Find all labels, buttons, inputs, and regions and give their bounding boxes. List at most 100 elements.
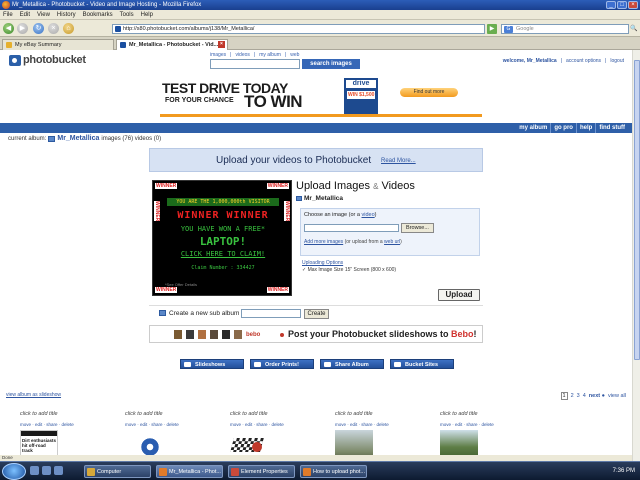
bucket-sites-button[interactable]: Bucket Sites	[390, 359, 454, 369]
menu-view[interactable]: View	[37, 10, 50, 19]
tab-favicon	[6, 42, 12, 48]
slideshow-icon	[184, 362, 191, 367]
thumbnail-item[interactable]: click to add title move · edit · share ·…	[230, 409, 310, 461]
slideshows-button[interactable]: Slideshows	[180, 359, 244, 369]
view-slideshow-link[interactable]: view album as slideshow	[6, 392, 61, 398]
thumbnail-item[interactable]: click to add title move · edit · share ·…	[335, 409, 415, 461]
next-link[interactable]: next ●	[589, 393, 605, 399]
nav-find-stuff[interactable]: find stuff	[595, 123, 628, 133]
search-images-button[interactable]: search images	[302, 59, 360, 69]
menu-history[interactable]: History	[57, 10, 76, 19]
claim-link[interactable]: CLICK HERE TO CLAIM!	[153, 250, 293, 258]
uploading-options-link[interactable]: Uploading Options	[302, 260, 396, 266]
sub-album-name-input[interactable]	[241, 309, 301, 318]
menu-bookmarks[interactable]: Bookmarks	[83, 10, 113, 19]
task-element-properties[interactable]: Element Properties	[228, 465, 295, 478]
scope-my-album[interactable]: my album	[259, 52, 281, 58]
find-out-more-button[interactable]: Find out more	[400, 88, 458, 97]
upload-target-album[interactable]: Mr_Metallica	[296, 195, 343, 202]
task-how-to-upload[interactable]: How to upload phot...	[300, 465, 367, 478]
task-firefox[interactable]: Mr_Metallica - Phot...	[156, 465, 223, 478]
thumb-actions[interactable]: move · edit · share · delete	[20, 422, 74, 427]
menu-tools[interactable]: Tools	[120, 10, 134, 19]
page-3[interactable]: 3	[577, 393, 580, 399]
tab-photobucket[interactable]: Mr_Metallica - Photobucket - Vid... ×	[116, 39, 228, 50]
stop-icon[interactable]: ×	[48, 23, 59, 34]
scope-web[interactable]: web	[290, 52, 299, 58]
add-more-images-link[interactable]: Add more images	[304, 239, 343, 245]
add-title-link[interactable]: click to add title	[20, 411, 58, 417]
nav-my-album[interactable]: my album	[516, 123, 550, 133]
add-title-link[interactable]: click to add title	[230, 411, 268, 417]
menu-edit[interactable]: Edit	[20, 10, 30, 19]
switch-windows-icon[interactable]	[42, 466, 51, 475]
thumb-actions[interactable]: move · edit · share · delete	[230, 422, 284, 427]
nav-go-pro[interactable]: go pro	[550, 123, 576, 133]
search-box[interactable]: G Google	[501, 24, 629, 34]
back-button[interactable]: ◀	[3, 23, 14, 34]
album-name-link[interactable]: Mr_Metallica	[57, 135, 99, 142]
add-title-link[interactable]: click to add title	[335, 411, 373, 417]
go-button[interactable]: ▶	[487, 24, 497, 34]
banner-ad[interactable]: TEST DRIVE TODAY FOR YOUR CHANCE TO WIN …	[160, 77, 482, 117]
view-all-link[interactable]: view all	[608, 393, 626, 399]
read-more-link[interactable]: Read More...	[381, 158, 416, 164]
google-icon[interactable]: G	[504, 26, 513, 33]
bebo-ad[interactable]: bebo Post your Photobucket slideshows to…	[149, 325, 483, 343]
thumb-actions[interactable]: move · edit · share · delete	[335, 422, 389, 427]
nav-help[interactable]: help	[575, 123, 595, 133]
next-arrow-icon: ●	[601, 393, 605, 399]
photobucket-logo[interactable]: photobucket	[9, 54, 86, 68]
browse-button[interactable]: Browse...	[401, 223, 434, 233]
browser-icon[interactable]	[54, 466, 63, 475]
tab-ebay[interactable]: My eBay Summary	[2, 39, 114, 50]
tab-close-icon[interactable]: ×	[218, 41, 225, 48]
firefox-icon	[2, 1, 10, 9]
menu-file[interactable]: File	[3, 10, 13, 19]
menu-help[interactable]: Help	[141, 10, 153, 19]
vertical-scrollbar[interactable]	[632, 50, 640, 461]
scroll-thumb[interactable]	[634, 60, 640, 360]
close-button[interactable]: ×	[628, 1, 638, 9]
scope-images[interactable]: images	[210, 52, 226, 58]
thumb-actions[interactable]: move · edit · share · delete	[440, 422, 494, 427]
page-2[interactable]: 2	[571, 393, 574, 399]
upload-button[interactable]: Upload	[438, 289, 480, 301]
minimize-button[interactable]: _	[606, 1, 616, 9]
share-icon	[324, 362, 331, 367]
pb-search-input[interactable]	[210, 59, 300, 69]
add-title-link[interactable]: click to add title	[125, 411, 163, 417]
winner-ad[interactable]: WINNER WINNER WINNER WINNER WINNER WINNE…	[152, 180, 292, 296]
logout-link[interactable]: logout	[610, 58, 624, 64]
page-1: 1	[560, 392, 568, 400]
add-title-link[interactable]: click to add title	[440, 411, 478, 417]
thumb-actions[interactable]: move · edit · share · delete	[125, 422, 179, 427]
scope-videos[interactable]: videos	[235, 52, 249, 58]
home-icon[interactable]: ⌂	[63, 23, 74, 34]
bebo-thumb	[234, 330, 242, 339]
page-4[interactable]: 4	[583, 393, 586, 399]
video-link[interactable]: video	[362, 212, 375, 218]
thumbnail-item[interactable]: click to add title move · edit · share ·…	[20, 409, 100, 461]
current-album: current album: Mr_Metallica images (76) …	[8, 135, 162, 142]
print-icon	[254, 362, 261, 367]
order-prints-button[interactable]: Order Prints!	[250, 359, 314, 369]
search-icon[interactable]: 🔍	[630, 24, 639, 34]
account-options-link[interactable]: account options	[566, 58, 601, 64]
url-text[interactable]: http://s80.photobucket.com/albums/j138/M…	[123, 26, 254, 32]
web-url-link[interactable]: web url	[384, 239, 400, 245]
reload-icon[interactable]: ↻	[33, 23, 44, 34]
file-path-input[interactable]	[304, 224, 399, 232]
share-album-button[interactable]: Share Album	[320, 359, 384, 369]
clock[interactable]: 7:36 PM	[613, 468, 635, 474]
forward-button[interactable]: ▶	[17, 23, 28, 34]
address-bar[interactable]: http://s80.photobucket.com/albums/j138/M…	[112, 24, 485, 34]
task-computer[interactable]: Computer	[84, 465, 151, 478]
start-button[interactable]	[2, 463, 26, 480]
show-desktop-icon[interactable]	[30, 466, 39, 475]
thumbnail-item[interactable]: click to add title move · edit · share ·…	[440, 409, 520, 461]
tab-favicon	[120, 42, 126, 48]
thumbnail-item[interactable]: click to add title move · edit · share ·…	[125, 409, 205, 461]
create-button[interactable]: Create	[304, 309, 329, 319]
maximize-button[interactable]: □	[617, 1, 627, 9]
